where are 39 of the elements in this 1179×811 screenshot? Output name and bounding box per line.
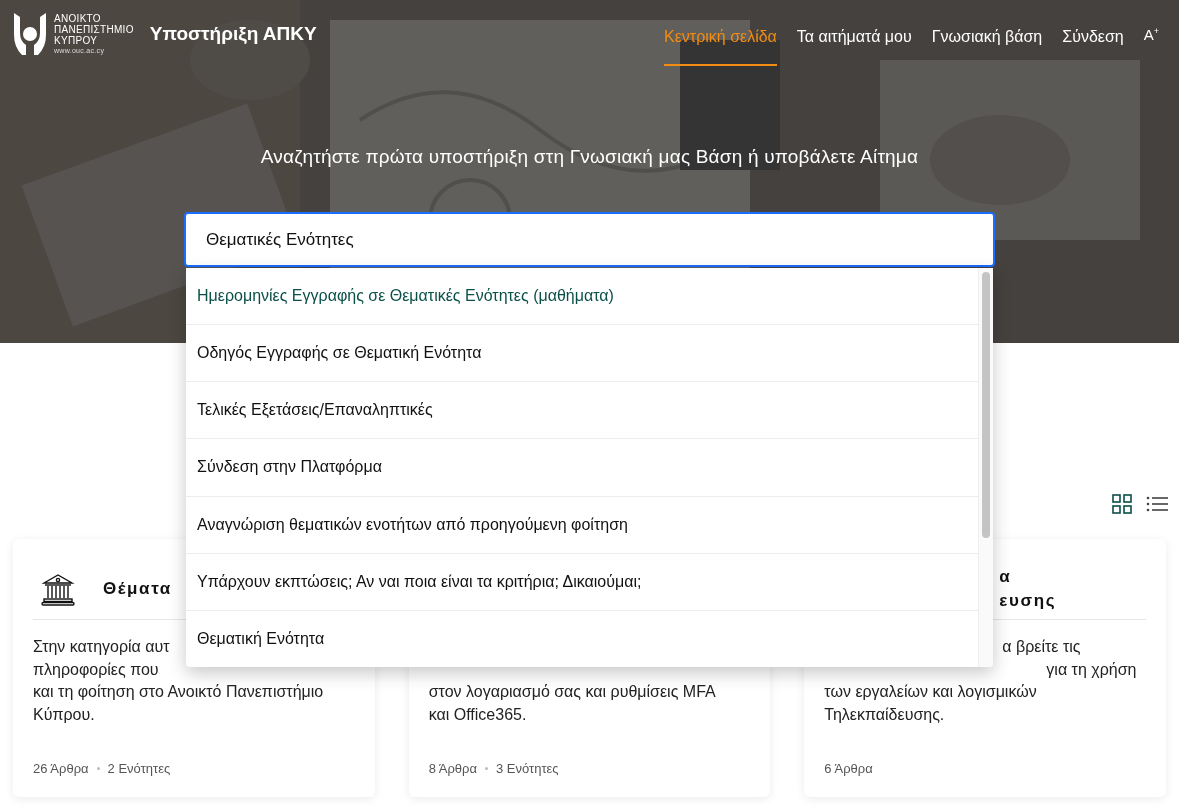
grid-view-icon[interactable] xyxy=(1112,494,1132,514)
card-description: Κύπρου. xyxy=(33,704,95,725)
card-stat: 2 Ενότητες xyxy=(107,761,171,776)
card-description: και τη φοίτηση στο Ανοικτό Πανεπιστήμιο xyxy=(33,682,324,702)
font-size-button[interactable]: A$^{+}$ xyxy=(1143,25,1167,43)
site-title: Υποστήριξη ΑΠΚΥ xyxy=(149,23,317,45)
card-title: Θέματα xyxy=(103,578,172,600)
logo-icon xyxy=(12,11,48,57)
nav-link[interactable]: Κεντρική σελίδα xyxy=(664,6,777,66)
suggestion-item[interactable]: Ημερομηνίες Εγγραφής σε Θεματικές Ενότητες (μαθήματα) xyxy=(186,268,978,326)
card-title: α xyxy=(999,566,1012,588)
card-stat: 3 Ενότητες xyxy=(496,761,559,776)
card-title: ευσης xyxy=(999,590,1057,612)
card-stat: 26 Άρθρα xyxy=(33,761,89,776)
suggestion-item[interactable]: Οδηγός Εγγραφής σε Θεματική Ενότητα xyxy=(186,325,978,383)
card-description: α βρείτε τις xyxy=(1002,637,1081,657)
hero-heading: Αναζητήστε πρώτα υποστήριξη στη Γνωσιακή μας Βάση ή υποβάλετε Αίτημα xyxy=(259,146,920,168)
nav-link[interactable]: Τα αιτήματά μου xyxy=(796,6,912,66)
suggestion-item[interactable]: Τελικές Εξετάσεις/Επαναληπτικές xyxy=(186,382,978,440)
card-description: και Office365. xyxy=(428,704,527,725)
card-description: των εργαλείων και λογισμικών xyxy=(824,682,1037,702)
scrollbar-thumb[interactable] xyxy=(982,272,990,538)
suggestion-item[interactable]: Σύνδεση στην Πλατφόρμα xyxy=(186,439,978,497)
nav-link[interactable]: Γνωσιακή βάση xyxy=(931,6,1043,66)
card-description: Τηλεκπαίδευσης. xyxy=(824,704,945,725)
nav-link[interactable]: Σύνδεση xyxy=(1062,6,1124,66)
card-description: στον λογαριασμό σας και ρυθμίσεις MFA xyxy=(428,682,716,702)
building-icon xyxy=(41,572,75,606)
card-description: πληροφορίες που xyxy=(33,659,159,680)
list-view-icon[interactable] xyxy=(1146,495,1168,513)
card-description: Στην κατηγορία αυτ xyxy=(33,637,170,657)
card-description: για τη χρήση xyxy=(1046,659,1137,680)
card-stat: 6 Άρθρα xyxy=(824,761,873,776)
logo-text: ΑΝΟΙΚΤΟ xyxy=(54,13,102,24)
search-field[interactable]: Θεματικές Ενότητες xyxy=(184,212,995,267)
card-stat: 8 Άρθρα xyxy=(428,761,477,776)
suggestion-item[interactable]: Αναγνώριση θεματικών ενοτήτων από προηγούμενη φοίτηση xyxy=(186,496,978,554)
logo-text: ΚΥΠΡΟΥ xyxy=(54,35,99,46)
logo-text: ΠΑΝΕΠΙΣΤΗΜΙΟ xyxy=(54,24,134,35)
